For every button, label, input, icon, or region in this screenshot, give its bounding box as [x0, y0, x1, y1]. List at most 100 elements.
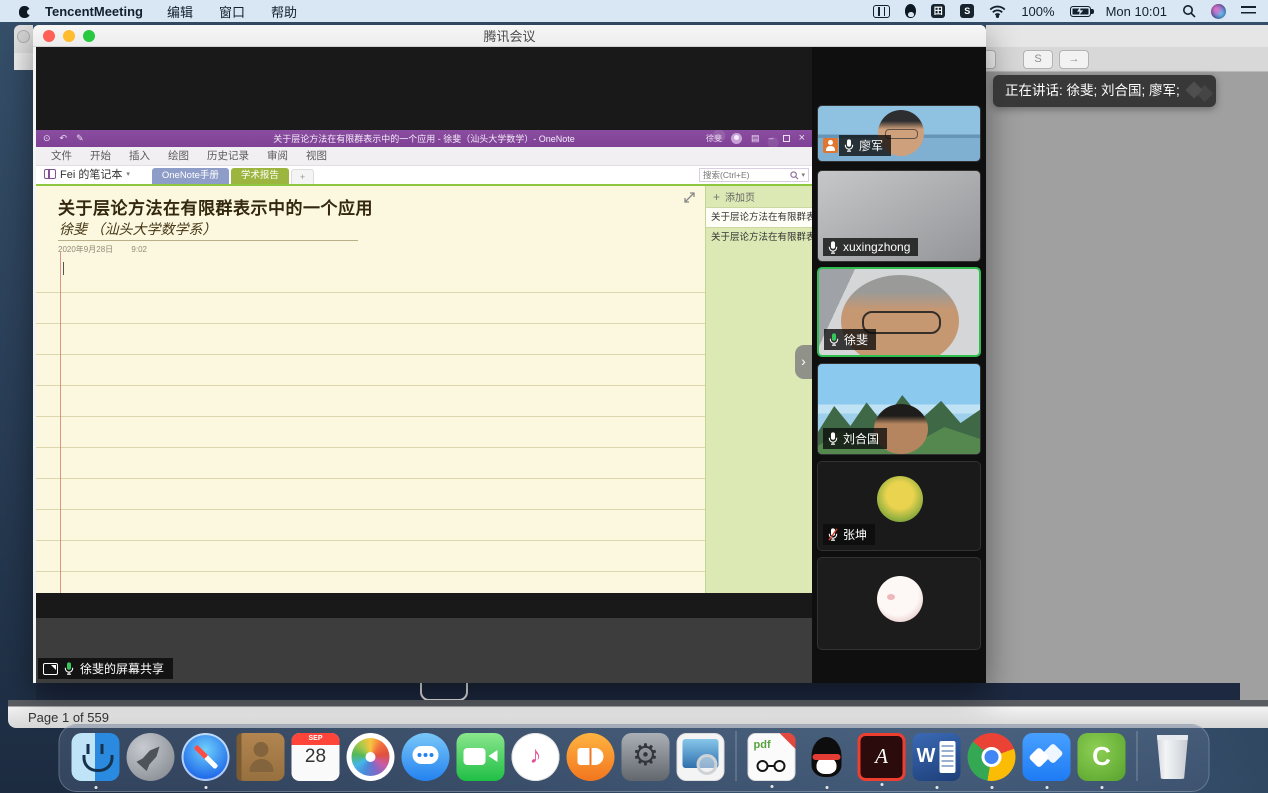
dock: SEP 28 ♪ ⚙ pdf A W C [59, 724, 1210, 792]
dock-acrobat[interactable]: A [858, 733, 906, 781]
menu-edit[interactable]: 编辑 [167, 2, 193, 21]
toolbar-button-s[interactable]: S [1023, 50, 1053, 69]
expand-page-icon[interactable] [684, 192, 695, 203]
participant-name-row: 徐斐 [824, 329, 876, 350]
minimize-icon[interactable]: – [769, 130, 774, 147]
tab-review[interactable]: 审阅 [258, 147, 297, 166]
dock-system-preferences[interactable]: ⚙ [622, 733, 670, 781]
signed-in-user[interactable]: 徐斐 [706, 133, 722, 144]
undo-icon[interactable]: ↶ [60, 130, 68, 147]
menu-help[interactable]: 帮助 [271, 2, 297, 21]
rule-lines [36, 292, 705, 593]
calendar-month: SEP [292, 735, 340, 742]
dock-trash[interactable] [1149, 733, 1197, 781]
page-author: 徐斐 （汕头大学数学系） [59, 219, 217, 239]
microphone-icon [828, 241, 838, 254]
page-date: 2020年9月28日 [58, 245, 113, 254]
participant-name: 徐斐 [844, 331, 868, 348]
participant-name-row: 刘合国 [823, 428, 887, 449]
notification-center-icon[interactable] [1241, 6, 1256, 16]
note-page[interactable]: 关于层论方法在有限群表示中的一个应用 徐斐 （汕头大学数学系） 2020年9月2… [36, 186, 705, 593]
running-indicator [935, 786, 938, 789]
round-toolbar-button[interactable] [17, 30, 30, 43]
meeting-titlebar[interactable]: 腾讯会议 [33, 25, 986, 47]
close-icon[interactable]: × [799, 130, 805, 147]
toolbar-button-arrow[interactable]: → [1059, 50, 1089, 69]
spotlight-icon[interactable] [1182, 4, 1196, 18]
sogou-status-icon[interactable]: S [960, 4, 974, 18]
word-letter: W [917, 745, 936, 768]
ribbon-display-icon[interactable]: ▤ [751, 130, 760, 147]
search-box[interactable]: ▾ [699, 168, 809, 182]
qq-status-icon[interactable] [905, 4, 916, 18]
running-indicator [880, 783, 883, 786]
participant-tile[interactable] [817, 557, 981, 650]
dock-pdf-reader[interactable]: pdf [748, 733, 796, 781]
onenote-titlebar-controls: 徐斐 ▤ – × [706, 130, 805, 147]
participant-name: 廖军 [859, 137, 883, 154]
tab-view[interactable]: 视图 [297, 147, 336, 166]
dock-contacts[interactable] [237, 733, 285, 781]
dock-camtasia[interactable]: C [1078, 733, 1126, 781]
participant-name: 刘合国 [843, 430, 879, 447]
add-section-tab[interactable]: + [291, 169, 314, 184]
dock-calendar[interactable]: SEP 28 [292, 733, 340, 781]
name-badge: 徐斐 [824, 329, 876, 350]
dock-chrome[interactable] [968, 733, 1016, 781]
sidebar-collapse-handle[interactable]: › [795, 345, 812, 379]
tab-insert[interactable]: 插入 [120, 147, 159, 166]
input-method-icon[interactable]: 田 [931, 4, 945, 18]
battery-icon[interactable] [1070, 6, 1091, 17]
dock-qq[interactable] [803, 733, 851, 781]
dock-tencent-meeting[interactable] [1023, 733, 1071, 781]
dock-music[interactable]: ♪ [512, 733, 560, 781]
page-list-item-selected[interactable]: 关于层论方法在有限群表示中的一 [706, 208, 812, 228]
participant-tile[interactable]: 刘合国 [817, 363, 981, 455]
clock-icon[interactable]: ⊙ [43, 130, 51, 147]
tab-file[interactable]: 文件 [42, 147, 81, 166]
menu-clock[interactable]: Mon 10:01 [1106, 4, 1167, 19]
menu-window[interactable]: 窗口 [219, 2, 245, 21]
search-input[interactable] [703, 170, 788, 180]
dock-word[interactable]: W [913, 733, 961, 781]
user-avatar[interactable] [731, 133, 742, 144]
dock-books[interactable] [567, 733, 615, 781]
siri-icon[interactable] [1211, 4, 1226, 19]
tab-history[interactable]: 历史记录 [198, 147, 258, 166]
dock-finder[interactable] [72, 733, 120, 781]
participant-tile[interactable]: xuxingzhong [817, 170, 981, 262]
battery-percent: 100% [1021, 4, 1054, 19]
person-icon [250, 759, 274, 772]
screen-share-area: ⊙ ↶ ✎ 关于层论方法在有限群表示中的一个应用 - 徐斐（汕头大学数学）- O… [36, 47, 812, 683]
restore-icon[interactable] [783, 135, 790, 142]
notebook-selector[interactable]: Fei 的笔记本 ▾ [44, 166, 130, 182]
tab-draw[interactable]: 绘图 [159, 147, 198, 166]
chevron-down-icon: ▾ [126, 170, 130, 178]
dock-preview[interactable] [677, 733, 725, 781]
share-label-text: 徐斐的屏幕共享 [80, 660, 164, 677]
app-menu-title[interactable]: TencentMeeting [45, 4, 143, 19]
dock-separator [736, 731, 737, 781]
film-status-icon[interactable] [873, 5, 890, 18]
dock-photos[interactable] [347, 733, 395, 781]
participant-tile-active-speaker[interactable]: 徐斐 [817, 267, 981, 357]
section-tab-talks[interactable]: 学术报告 [231, 168, 289, 184]
pen-icon[interactable]: ✎ [76, 130, 84, 147]
dock-safari[interactable] [182, 733, 230, 781]
section-tab-onenote-guide[interactable]: OneNote手册 [152, 168, 229, 184]
apple-icon[interactable] [18, 4, 31, 18]
tab-home[interactable]: 开始 [81, 147, 120, 166]
wifi-icon[interactable] [989, 5, 1006, 18]
section-tabs: OneNote手册 学术报告 + [152, 168, 314, 184]
participant-tile[interactable]: 廖军 [817, 105, 981, 162]
page-list-item[interactable]: 关于层论方法在有限群表示中的应 [706, 228, 812, 248]
running-indicator [94, 786, 97, 789]
participant-tile[interactable]: 张坤 [817, 461, 981, 551]
microphone-speaking-icon [829, 333, 839, 346]
dock-facetime[interactable] [457, 733, 505, 781]
sogou-glyph: S [960, 4, 974, 18]
add-page-button[interactable]: + 添加页 [706, 186, 812, 208]
dock-messages[interactable] [402, 733, 450, 781]
dock-launchpad[interactable] [127, 733, 175, 781]
grid-glyph: 田 [931, 4, 945, 18]
